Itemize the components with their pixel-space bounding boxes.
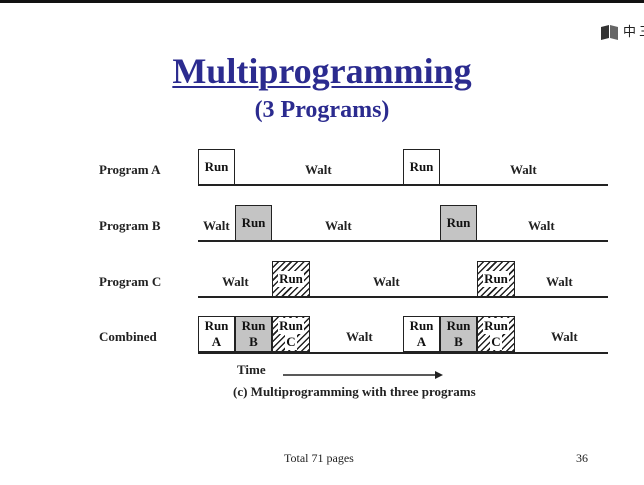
run-label: Run xyxy=(409,318,434,333)
timeline-program-c xyxy=(198,296,608,298)
run-box-combined-b-1: Run B xyxy=(235,316,272,352)
run-label: Run xyxy=(204,159,229,174)
wait-label: Walt xyxy=(373,274,400,289)
run-label: Run xyxy=(278,318,304,334)
run-box-combined-c-1: Run C xyxy=(272,316,310,352)
program-letter: C xyxy=(490,334,502,350)
wait-label: Walt xyxy=(305,162,332,177)
top-border xyxy=(0,0,644,3)
row-label-program-b: Program B xyxy=(99,218,161,233)
row-label-combined: Combined xyxy=(99,329,157,344)
page-total: Total 71 pages xyxy=(284,451,354,465)
program-letter: C xyxy=(285,334,297,350)
figure-caption: (c) Multiprogramming with three programs xyxy=(233,384,476,399)
wait-label: Walt xyxy=(510,162,537,177)
row-label-program-c: Program C xyxy=(99,274,162,289)
time-axis-label: Time xyxy=(237,362,266,377)
wait-label: Walt xyxy=(346,329,373,344)
run-label: Run xyxy=(483,318,509,334)
wait-label: Walt xyxy=(528,218,555,233)
run-box-combined-a-1: Run A xyxy=(198,316,235,352)
run-box-a-2: Run xyxy=(403,149,440,185)
row-label-program-a: Program A xyxy=(99,162,161,177)
run-label: Run xyxy=(446,318,471,333)
wait-label: Walt xyxy=(546,274,573,289)
page-number: 36 xyxy=(576,451,588,465)
run-box-combined-c-2: Run C xyxy=(477,316,515,352)
run-box-c-1: Run xyxy=(272,261,310,297)
run-label: Run xyxy=(241,318,266,333)
badge-glyph-2: 三 xyxy=(639,26,644,39)
run-box-b-2: Run xyxy=(440,205,477,241)
program-letter: A xyxy=(211,334,222,349)
run-box-a-1: Run xyxy=(198,149,235,185)
slide-subtitle: (3 Programs) xyxy=(254,97,390,123)
wait-label: Walt xyxy=(203,218,230,233)
program-letter: B xyxy=(454,334,463,349)
timeline-combined xyxy=(198,352,608,354)
slide-title: Multiprogramming xyxy=(172,51,472,91)
program-letter: A xyxy=(416,334,427,349)
run-box-combined-b-2: Run B xyxy=(440,316,477,352)
badge-glyph: 中 xyxy=(623,24,637,40)
translation-badge[interactable]: 中 三 xyxy=(600,24,644,40)
run-label: Run xyxy=(446,215,471,230)
program-letter: B xyxy=(249,334,258,349)
run-label: Run xyxy=(241,215,266,230)
book-icon xyxy=(601,25,618,40)
time-arrow-icon xyxy=(283,371,443,379)
run-box-combined-a-2: Run A xyxy=(403,316,440,352)
wait-label: Walt xyxy=(325,218,352,233)
wait-label: Walt xyxy=(222,274,249,289)
wait-label: Walt xyxy=(551,329,578,344)
run-label: Run xyxy=(278,271,304,287)
run-label: Run xyxy=(483,271,509,287)
run-box-b-1: Run xyxy=(235,205,272,241)
run-label: Run xyxy=(204,318,229,333)
run-box-c-2: Run xyxy=(477,261,515,297)
run-label: Run xyxy=(409,159,434,174)
